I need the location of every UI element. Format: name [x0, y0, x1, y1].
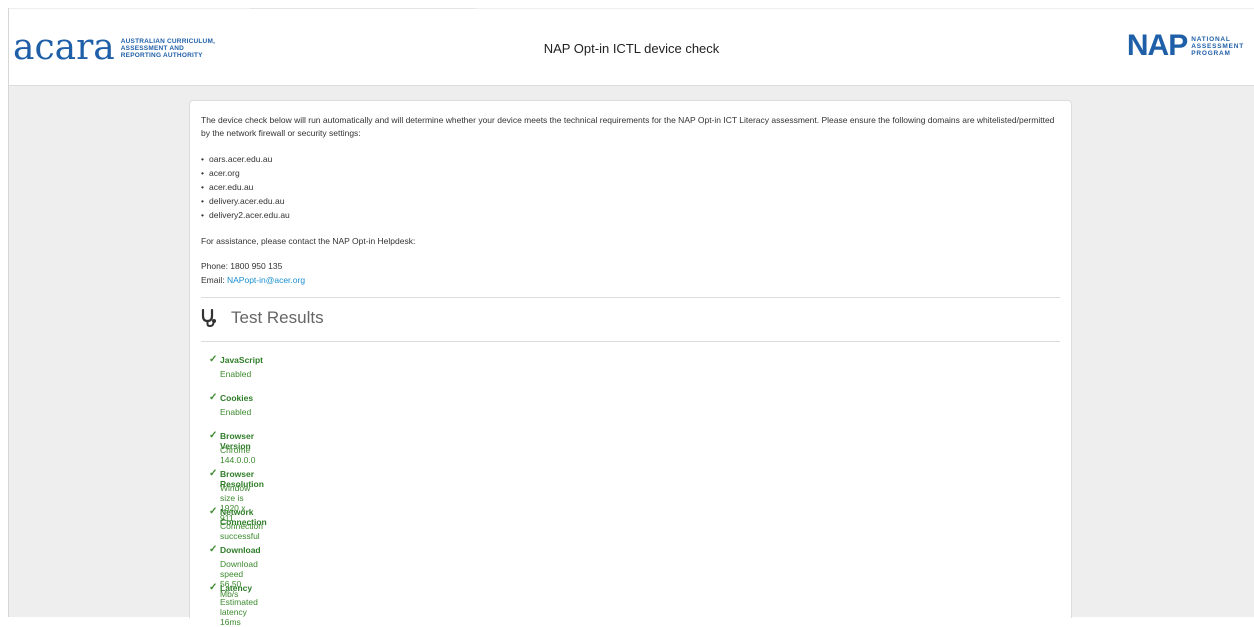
domain-item: delivery2.acer.edu.au: [201, 209, 290, 223]
checkmark-icon: ✓: [209, 468, 218, 479]
check-status: Enabled: [220, 369, 252, 379]
device-check-panel: The device check below will run automati…: [189, 100, 1072, 627]
helpdesk-email: Email: NAPopt-in@acer.org: [201, 275, 305, 285]
checkmark-icon: ✓: [209, 392, 218, 403]
check-name: JavaScript: [220, 355, 263, 365]
check-name: Cookies: [220, 393, 254, 403]
check-status: Chrome 144.0.0.0: [220, 445, 256, 465]
checkmark-icon: ✓: [209, 430, 218, 441]
test-results-heading: Test Results: [201, 308, 324, 328]
domain-item: oars.acer.edu.au: [201, 153, 290, 167]
nap-logo-wordmark: NAP: [1126, 29, 1188, 62]
check-status: Download speed 56.50 Mb/s: [220, 559, 258, 599]
helpdesk-phone: Phone: 1800 950 135: [201, 261, 283, 271]
divider: [201, 297, 1060, 298]
domain-item: acer.org: [201, 167, 290, 181]
email-label: Email:: [201, 275, 227, 285]
divider: [201, 341, 1060, 342]
test-results-title: Test Results: [231, 308, 324, 327]
email-link[interactable]: NAPopt-in@acer.org: [227, 275, 305, 285]
assistance-text: For assistance, please contact the NAP O…: [201, 236, 416, 246]
check-name: Latency: [220, 583, 253, 593]
page-title: NAP Opt-in ICTL device check: [543, 41, 720, 56]
domain-item: acer.edu.au: [201, 181, 290, 195]
checkmark-icon: ✓: [209, 506, 218, 517]
checkmark-icon: ✓: [209, 582, 218, 593]
check-name: Download: [220, 545, 261, 555]
intro-text: The device check below will run automati…: [201, 115, 1055, 138]
domain-list: oars.acer.edu.au acer.org acer.edu.au de…: [201, 153, 290, 223]
stethoscope-icon: [201, 309, 217, 327]
check-status: Connection successful: [220, 521, 264, 541]
nap-logo[interactable]: NAP NATIONAL ASSESSMENT PROGRAM: [1127, 29, 1244, 63]
nap-logo-subtitle: NATIONAL ASSESSMENT PROGRAM: [1191, 35, 1244, 57]
site-header: acara AUSTRALIAN CURRICULUM, ASSESSMENT …: [9, 9, 1254, 86]
checkmark-icon: ✓: [209, 354, 218, 365]
domain-item: delivery.acer.edu.au: [201, 195, 290, 209]
check-status: Estimated latency 16ms: [220, 597, 258, 627]
check-status: Enabled: [220, 407, 252, 417]
checkmark-icon: ✓: [209, 544, 218, 555]
